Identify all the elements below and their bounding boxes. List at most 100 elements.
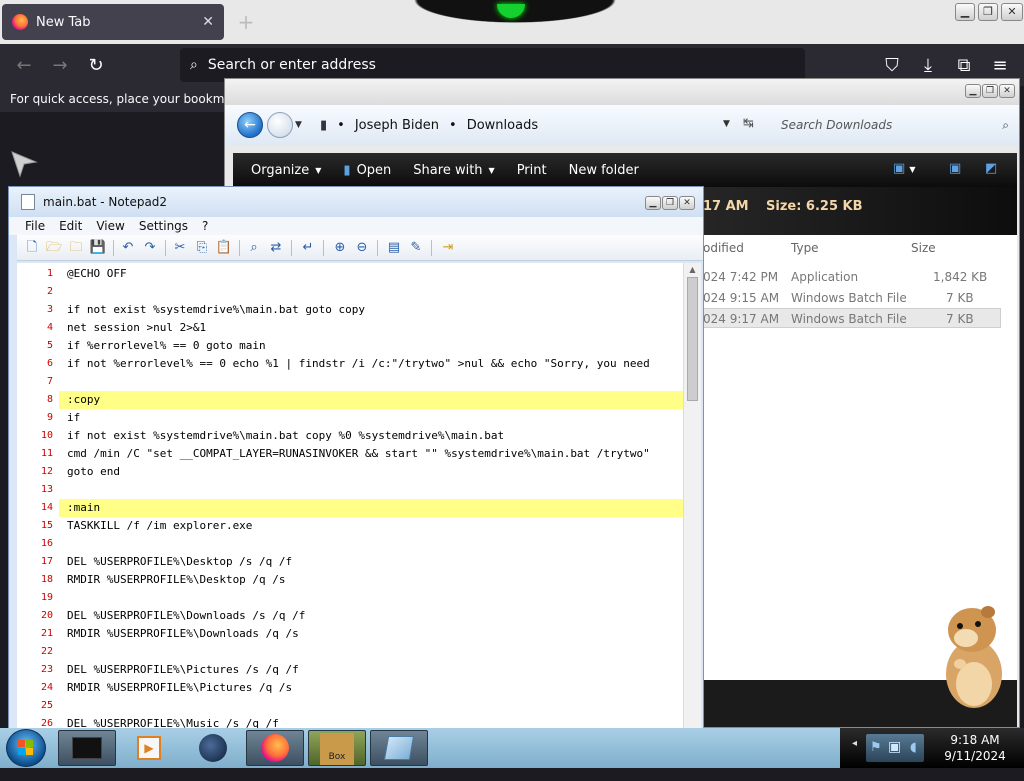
menu-bar: File Edit View Settings ?	[9, 217, 703, 235]
taskbar-app-firefox[interactable]	[246, 730, 304, 766]
tab-new-tab[interactable]: New Tab ✕	[2, 4, 224, 40]
line-number: 11	[40, 448, 53, 459]
preview-pane-icon[interactable]: ▣	[949, 161, 961, 176]
vertical-scrollbar[interactable]: ▲	[683, 263, 701, 729]
explorer-forward-button[interactable]	[267, 112, 293, 138]
network-icon[interactable]: ▣	[888, 739, 901, 755]
column-type[interactable]: Type	[791, 241, 819, 255]
undo-icon[interactable]: ↶	[119, 239, 137, 257]
replace-icon[interactable]: ⇄	[267, 239, 285, 257]
current-label-highlight	[59, 391, 683, 409]
file-row[interactable]: 024 9:15 AM Windows Batch File 7 KB	[701, 288, 991, 308]
taskbar-app-box[interactable]: Box	[308, 730, 366, 766]
word-wrap-icon[interactable]: ↵	[299, 239, 317, 257]
menu-edit[interactable]: Edit	[59, 219, 82, 233]
volume-icon[interactable]: ◖	[910, 740, 917, 755]
scrollbar-thumb[interactable]	[687, 277, 698, 401]
recent-pages-dropdown-icon[interactable]: ▼	[295, 120, 302, 130]
code-line: @ECHO OFF	[67, 267, 127, 280]
line-number: 25	[40, 700, 53, 711]
firefox-tab-bar: New Tab ✕ + ▁ ❐ ✕	[0, 0, 1024, 44]
customize-icon[interactable]: ✎	[407, 239, 425, 257]
action-center-icon[interactable]: ⚑	[870, 740, 882, 755]
terminal-icon	[72, 737, 102, 759]
new-tab-button[interactable]: +	[232, 8, 260, 36]
close-window-button[interactable]: ✕	[1001, 3, 1023, 21]
notepad-close-button[interactable]: ✕	[679, 196, 695, 210]
open-button[interactable]: ▮ Open	[335, 163, 405, 178]
taskbar-app-media[interactable]: ▶	[120, 730, 178, 766]
find-icon[interactable]: ⌕	[245, 239, 263, 257]
column-size[interactable]: Size	[911, 241, 936, 255]
new-file-icon[interactable]: 🗋	[23, 239, 41, 257]
forward-arrow-icon[interactable]: →	[46, 52, 74, 80]
scroll-up-icon[interactable]: ▲	[686, 265, 699, 274]
reload-icon[interactable]: ↻	[82, 52, 110, 80]
close-tab-icon[interactable]: ✕	[202, 14, 214, 30]
zoom-in-icon[interactable]: ⊕	[331, 239, 349, 257]
column-date-modified[interactable]: odified	[703, 241, 744, 255]
menu-file[interactable]: File	[25, 219, 45, 233]
code-line: net session >nul 2>&1	[67, 321, 207, 334]
explorer-search-box[interactable]: Search Downloads ⌕	[775, 114, 1015, 136]
breadcrumb[interactable]: ▮ • Joseph Biden • Downloads	[320, 112, 730, 138]
maximize-button[interactable]: ❐	[978, 3, 998, 21]
line-number: 1	[46, 268, 53, 279]
help-icon[interactable]: ◩	[985, 161, 997, 176]
code-editor[interactable]: 1 @ECHO OFF 2 3 if not exist %systemdrive%\m…	[17, 263, 683, 729]
menu-view[interactable]: View	[96, 219, 124, 233]
taskbar-app-notepad[interactable]	[370, 730, 428, 766]
menu-icon[interactable]: ≡	[986, 52, 1014, 80]
explorer-maximize-button[interactable]: ❐	[982, 84, 998, 98]
organize-button[interactable]: Organize ▼	[243, 163, 335, 178]
line-number: 13	[40, 484, 53, 495]
address-dropdown-icon[interactable]: ▼	[723, 119, 730, 129]
folder-icon: ▮	[320, 117, 328, 133]
line-number: 24	[40, 682, 53, 693]
minimize-button[interactable]: ▁	[955, 3, 975, 21]
paste-icon[interactable]: 📋	[215, 239, 233, 257]
menu-settings[interactable]: Settings	[139, 219, 188, 233]
code-line: DEL %USERPROFILE%\Music /s /q /f	[67, 717, 279, 729]
code-line: if not exist %systemdrive%\main.bat copy…	[67, 429, 505, 442]
copy-icon[interactable]: ⎘	[193, 239, 211, 257]
download-icon[interactable]: ⤓	[914, 52, 942, 80]
redo-icon[interactable]: ↷	[141, 239, 159, 257]
file-row[interactable]: 024 7:42 PM Application 1,842 KB	[701, 267, 991, 287]
cut-icon[interactable]: ✂	[171, 239, 189, 257]
desktop-pet-hamster[interactable]	[940, 604, 1006, 710]
breadcrumb-user[interactable]: Joseph Biden	[355, 118, 439, 133]
explorer-minimize-button[interactable]: ▁	[965, 84, 981, 98]
explorer-close-button[interactable]: ✕	[999, 84, 1015, 98]
clock[interactable]: 9:18 AM 9/11/2024	[930, 732, 1020, 766]
explorer-back-button[interactable]: ←	[237, 112, 263, 138]
code-line: :main	[67, 501, 101, 514]
view-options-icon[interactable]: ▣ ▼	[893, 161, 916, 176]
menu-help[interactable]: ?	[202, 219, 208, 233]
explorer-titlebar: ▁ ❐ ✕	[225, 79, 1019, 105]
exit-icon[interactable]: ⇥	[439, 239, 457, 257]
print-button[interactable]: Print	[509, 163, 561, 178]
clock-time: 9:18 AM	[950, 733, 1000, 747]
refresh-icon[interactable]: ↹	[743, 116, 754, 131]
scheme-icon[interactable]: ▤	[385, 239, 403, 257]
search-icon: ⌕	[1002, 117, 1009, 132]
file-row-selected[interactable]: 024 9:17 AM Windows Batch File 7 KB	[701, 308, 1001, 328]
new-folder-button[interactable]: New folder	[561, 163, 653, 178]
url-bar[interactable]: ⌕ Search or enter address	[180, 48, 805, 82]
notepad-maximize-button[interactable]: ❐	[662, 196, 678, 210]
taskbar-app-globe[interactable]	[184, 730, 242, 766]
tray-expand-icon[interactable]: ◂	[852, 738, 857, 749]
notepad-minimize-button[interactable]: ▁	[645, 196, 661, 210]
breadcrumb-downloads[interactable]: Downloads	[467, 118, 538, 133]
pocket-icon[interactable]: ⛉	[878, 52, 906, 80]
browse-icon[interactable]: 🗀	[67, 239, 85, 257]
taskbar-app-terminal[interactable]	[58, 730, 116, 766]
start-button[interactable]	[6, 729, 46, 767]
save-icon[interactable]: 💾	[89, 239, 107, 257]
share-with-button[interactable]: Share with ▼	[405, 163, 508, 178]
zoom-out-icon[interactable]: ⊖	[353, 239, 371, 257]
extensions-icon[interactable]: ⧉	[950, 52, 978, 80]
open-file-icon[interactable]: 🗁	[45, 239, 63, 257]
back-arrow-icon[interactable]: ←	[10, 52, 38, 80]
